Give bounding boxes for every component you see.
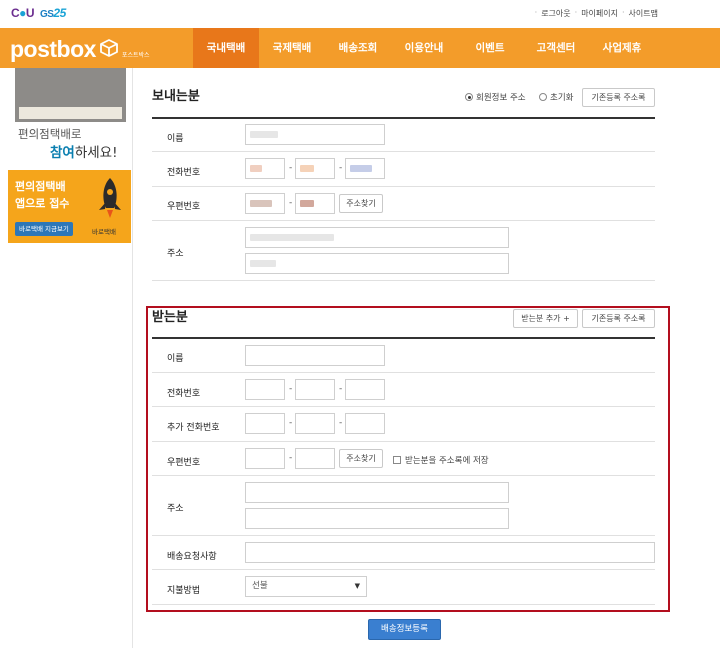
delivery-request-label: 배송요청사항	[167, 552, 217, 562]
nav-guide[interactable]: 이용안내	[391, 28, 457, 68]
delivery-request-input[interactable]	[245, 542, 655, 563]
top-bar: C●U GS25 · 로그아웃 · 마이페이지 · 사이트맵	[0, 0, 720, 28]
row-divider	[152, 604, 655, 605]
receiver-address-2[interactable]	[245, 508, 509, 529]
nav-partnership[interactable]: 사업제휴	[589, 28, 655, 68]
nav-customer-center[interactable]: 고객센터	[523, 28, 589, 68]
row-divider	[152, 186, 655, 187]
brand-logos: C●U GS25	[11, 6, 66, 20]
sender-divider	[152, 117, 655, 119]
receiver-postcode-label: 우편번호	[167, 458, 201, 468]
phone-dash: -	[339, 418, 343, 428]
promo-fine-print	[19, 107, 122, 119]
nav-international[interactable]: 국제택배	[259, 28, 325, 68]
cu-logo-c: C	[11, 6, 20, 20]
row-divider	[152, 441, 655, 442]
sender-phone-label: 전화번호	[167, 168, 201, 178]
cu-logo-o: ●	[19, 6, 26, 20]
box-icon	[99, 38, 119, 62]
sender-address-1[interactable]	[245, 227, 509, 248]
radio-member-address[interactable]: 회원정보 주소	[465, 91, 526, 103]
sender-name-input[interactable]	[245, 124, 385, 145]
receiver-extra-phone-1[interactable]	[245, 413, 285, 434]
promo-line-1: 편의점택배로	[18, 127, 82, 141]
receiver-extra-phone-label: 추가 전화번호	[167, 423, 220, 433]
row-divider	[152, 220, 655, 221]
rocket-icon	[94, 176, 126, 224]
receiver-address-book-button[interactable]: 기존등록 주소록	[582, 309, 655, 328]
sender-title: 보내는분	[152, 89, 200, 104]
promo-line-2: 참여하세요!	[50, 145, 118, 161]
receiver-title: 받는분	[152, 310, 188, 325]
sender-postcode-2[interactable]	[295, 193, 335, 214]
receiver-phone-label: 전화번호	[167, 389, 201, 399]
cu-logo-u: U	[25, 6, 35, 20]
row-divider	[152, 475, 655, 476]
payment-method-label: 지불방법	[167, 586, 201, 596]
row-divider	[152, 406, 655, 407]
receiver-address-1[interactable]	[245, 482, 509, 503]
row-divider	[152, 280, 655, 281]
receiver-name-label: 이름	[167, 354, 184, 364]
gs25-logo: 25	[53, 6, 66, 20]
payment-method-select[interactable]: 선불 ▼	[245, 576, 367, 597]
sender-phone-3[interactable]	[345, 158, 385, 179]
receiver-extra-phone-2[interactable]	[295, 413, 335, 434]
receiver-find-address-button[interactable]: 주소찾기	[339, 449, 383, 468]
receiver-name-input[interactable]	[245, 345, 385, 366]
row-divider	[152, 372, 655, 373]
sender-address-label: 주소	[167, 249, 184, 259]
promo-banner-app[interactable]: 편의점택배 앱으로 접수 바로택배 지금보기 바로택배	[8, 170, 131, 243]
sender-name-label: 이름	[167, 134, 184, 144]
sender-phone-1[interactable]	[245, 158, 285, 179]
receiver-postcode-2[interactable]	[295, 448, 335, 469]
add-receiver-button[interactable]: 받는분 추가 +	[513, 309, 578, 328]
radio-reset[interactable]: 초기화	[539, 91, 573, 103]
phone-dash: -	[289, 384, 293, 394]
postcode-dash: -	[289, 453, 293, 463]
phone-dash: -	[289, 418, 293, 428]
chevron-down-icon: ▼	[354, 582, 360, 590]
logout-link[interactable]: 로그아웃	[541, 8, 570, 19]
sender-postcode-1[interactable]	[245, 193, 285, 214]
receiver-divider	[152, 337, 655, 339]
mypage-link[interactable]: 마이페이지	[581, 8, 618, 19]
receiver-phone-3[interactable]	[345, 379, 385, 400]
phone-dash: -	[289, 163, 293, 173]
nav-tracking[interactable]: 배송조회	[325, 28, 391, 68]
sender-phone-2[interactable]	[295, 158, 335, 179]
promo-app-line-1: 편의점택배	[15, 180, 66, 193]
phone-dash: -	[339, 384, 343, 394]
row-divider	[152, 569, 655, 570]
promo-banner-convenience[interactable]: 편의점택배로 참여하세요!	[15, 68, 126, 161]
gs-logo: GS	[39, 9, 54, 20]
receiver-address-label: 주소	[167, 504, 184, 514]
sender-address-2[interactable]	[245, 253, 509, 274]
promo-app-button[interactable]: 바로택배 지금보기	[15, 222, 73, 236]
receiver-phone-2[interactable]	[295, 379, 335, 400]
phone-dash: -	[339, 163, 343, 173]
row-divider	[152, 535, 655, 536]
promo-app-name: 바로택배	[92, 228, 116, 236]
nav-event[interactable]: 이벤트	[457, 28, 523, 68]
sender-address-book-button[interactable]: 기존등록 주소록	[582, 88, 655, 107]
receiver-phone-1[interactable]	[245, 379, 285, 400]
receiver-postcode-1[interactable]	[245, 448, 285, 469]
sender-postcode-label: 우편번호	[167, 202, 201, 212]
utility-links: · 로그아웃 · 마이페이지 · 사이트맵	[534, 8, 658, 19]
postcode-dash: -	[289, 198, 293, 208]
nav-domestic[interactable]: 국내택배	[193, 28, 259, 68]
promo-app-line-2: 앱으로 접수	[15, 197, 70, 210]
sender-find-address-button[interactable]: 주소찾기	[339, 194, 383, 213]
sitemap-link[interactable]: 사이트맵	[629, 8, 658, 19]
postbox-logo[interactable]: postbox 포스트박스	[10, 36, 150, 63]
row-divider	[152, 151, 655, 152]
logo-subtitle: 포스트박스	[121, 52, 150, 59]
receiver-extra-phone-3[interactable]	[345, 413, 385, 434]
main-nav: 국내택배 국제택배 배송조회 이용안내 이벤트 고객센터 사업제휴	[193, 28, 655, 68]
logo-text: postbox	[10, 36, 96, 62]
submit-shipping-button[interactable]: 배송정보등록	[368, 619, 441, 640]
save-to-address-book-checkbox[interactable]: 받는분을 주소록에 저장	[393, 454, 489, 466]
